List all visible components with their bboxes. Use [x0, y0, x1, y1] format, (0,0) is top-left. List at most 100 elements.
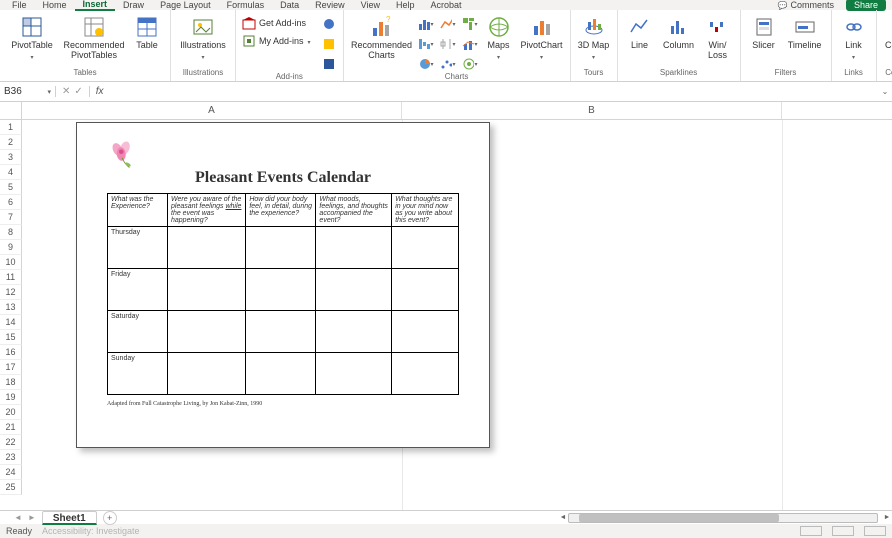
row-header-6[interactable]: 6 [0, 195, 22, 210]
sparkline-line-icon [629, 16, 651, 38]
cells-area[interactable]: Pleasant Events Calendar What was the Ex… [22, 120, 892, 510]
row-header-25[interactable]: 25 [0, 480, 22, 495]
enter-formula-icon[interactable]: ✓ [74, 86, 82, 97]
column-chart-icon[interactable] [418, 16, 434, 32]
recommended-pivottables-button[interactable]: Recommended PivotTables [62, 16, 126, 61]
row-header-11[interactable]: 11 [0, 270, 22, 285]
3d-map-button[interactable]: 3D Map▾ [577, 16, 611, 61]
tab-page-layout[interactable]: Page Layout [152, 0, 219, 10]
row-header-23[interactable]: 23 [0, 450, 22, 465]
group-label-links: Links [838, 68, 870, 79]
maps-button[interactable]: Maps▾ [482, 16, 516, 61]
tab-acrobat[interactable]: Acrobat [423, 0, 470, 10]
tab-file[interactable]: File [4, 0, 35, 10]
row-header-21[interactable]: 21 [0, 420, 22, 435]
new-sheet-button[interactable]: + [103, 511, 117, 525]
fx-icon[interactable]: fx [90, 86, 110, 97]
row-header-5[interactable]: 5 [0, 180, 22, 195]
embedded-document[interactable]: Pleasant Events Calendar What was the Ex… [76, 122, 490, 448]
row-header-24[interactable]: 24 [0, 465, 22, 480]
tab-view[interactable]: View [353, 0, 388, 10]
row-header-20[interactable]: 20 [0, 405, 22, 420]
group-label-illustrations: Illustrations [177, 68, 229, 79]
expand-formula-bar-icon[interactable]: ⌄ [878, 87, 892, 96]
tab-draw[interactable]: Draw [115, 0, 152, 10]
tab-data[interactable]: Data [272, 0, 307, 10]
row-header-2[interactable]: 2 [0, 135, 22, 150]
sparkline-column-button[interactable]: Column [660, 16, 698, 51]
group-label-tables: Tables [6, 68, 164, 79]
statistic-chart-icon[interactable] [440, 36, 456, 52]
column-header-B[interactable]: B [402, 102, 782, 119]
cancel-formula-icon[interactable]: ✕ [62, 86, 70, 97]
surface-chart-icon[interactable] [462, 56, 478, 72]
row-header-10[interactable]: 10 [0, 255, 22, 270]
sheet-nav-next-icon[interactable]: ► [28, 513, 36, 522]
group-label-filters: Filters [747, 68, 825, 79]
comment-button[interactable]: Comment [883, 16, 892, 51]
row-header-16[interactable]: 16 [0, 345, 22, 360]
row-header-15[interactable]: 15 [0, 330, 22, 345]
tab-help[interactable]: Help [388, 0, 423, 10]
table-button[interactable]: Table [130, 16, 164, 51]
sparkline-winloss-button[interactable]: Win/ Loss [702, 16, 734, 61]
recommended-charts-icon: ? [371, 16, 393, 38]
combo-chart-icon[interactable] [462, 36, 478, 52]
status-bar: Ready Accessibility: Investigate [0, 524, 892, 538]
scatter-chart-icon[interactable] [440, 56, 456, 72]
row-header-7[interactable]: 7 [0, 210, 22, 225]
name-box[interactable]: B36▾ [0, 86, 56, 97]
recommended-pivot-icon [83, 16, 105, 38]
visio-addin-icon[interactable] [321, 56, 337, 72]
row-header-18[interactable]: 18 [0, 375, 22, 390]
link-icon [843, 16, 865, 38]
pivotchart-icon [531, 16, 553, 38]
illustrations-button[interactable]: Illustrations▾ [177, 16, 229, 61]
tab-review[interactable]: Review [307, 0, 353, 10]
hscroll-right-icon[interactable]: ► [882, 514, 892, 521]
maps-icon [488, 16, 510, 38]
hscroll-left-icon[interactable]: ◄ [558, 514, 568, 521]
waterfall-chart-icon[interactable] [418, 36, 434, 52]
group-tours: 3D Map▾ Tours [571, 10, 618, 81]
group-links: Link▾ Links [832, 10, 877, 81]
svg-text:?: ? [386, 16, 391, 24]
row-header-14[interactable]: 14 [0, 315, 22, 330]
row-header-19[interactable]: 19 [0, 390, 22, 405]
column-header-A[interactable]: A [22, 102, 402, 119]
sheet-tab-sheet1[interactable]: Sheet1 [42, 511, 97, 525]
comments-button[interactable]: Comments [771, 0, 839, 10]
my-addins-button[interactable]: My Add-ins [242, 34, 311, 48]
group-illustrations: Illustrations▾ Illustrations [171, 10, 236, 81]
store-icon [242, 16, 256, 30]
row-header-17[interactable]: 17 [0, 360, 22, 375]
select-all-cell[interactable] [0, 102, 22, 119]
sheet-nav-prev-icon[interactable]: ◄ [14, 513, 22, 522]
row-header-3[interactable]: 3 [0, 150, 22, 165]
line-chart-icon[interactable] [440, 16, 456, 32]
pivotchart-button[interactable]: PivotChart▾ [520, 16, 564, 61]
row-header-1[interactable]: 1 [0, 120, 22, 135]
horizontal-scrollbar[interactable] [568, 513, 878, 523]
row-header-12[interactable]: 12 [0, 285, 22, 300]
link-button[interactable]: Link▾ [838, 16, 870, 61]
sparkline-line-button[interactable]: Line [624, 16, 656, 51]
recommended-charts-button[interactable]: ? Recommended Charts [350, 16, 414, 61]
row-header-8[interactable]: 8 [0, 225, 22, 240]
bing-maps-addin-icon[interactable] [321, 16, 337, 32]
table-icon [136, 16, 158, 38]
row-header-22[interactable]: 22 [0, 435, 22, 450]
row-header-9[interactable]: 9 [0, 240, 22, 255]
hierarchy-chart-icon[interactable] [462, 16, 478, 32]
get-addins-button[interactable]: Get Add-ins [242, 16, 311, 30]
timeline-button[interactable]: Timeline [785, 16, 825, 51]
pie-chart-icon[interactable] [418, 56, 434, 72]
tab-home[interactable]: Home [35, 0, 75, 10]
slicer-button[interactable]: Slicer [747, 16, 781, 51]
tab-formulas[interactable]: Formulas [219, 0, 273, 10]
row-header-4[interactable]: 4 [0, 165, 22, 180]
pivottable-button[interactable]: PivotTable▾ [6, 16, 58, 61]
row-header-13[interactable]: 13 [0, 300, 22, 315]
addins-icon [242, 34, 256, 48]
people-graph-addin-icon[interactable] [321, 36, 337, 52]
